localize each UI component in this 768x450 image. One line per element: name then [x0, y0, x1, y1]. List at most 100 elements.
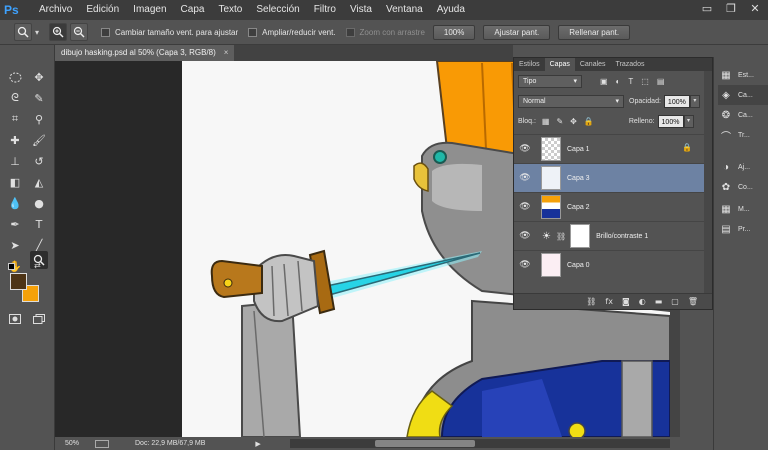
tab-trazados[interactable]: Trazados [611, 58, 650, 71]
marquee-tool-icon[interactable] [6, 68, 24, 86]
tab-estilos[interactable]: Estilos [514, 58, 545, 71]
horizontal-scrollbar[interactable] [290, 439, 670, 448]
add-mask-icon[interactable]: ◙ [622, 297, 630, 306]
checkbox-box[interactable] [101, 27, 110, 37]
quick-mask-icon[interactable] [6, 310, 24, 328]
dock-swatches[interactable]: ▦ M... [718, 199, 768, 219]
proof-icon[interactable] [95, 439, 109, 448]
swap-colors-icon[interactable]: ⇄ [34, 261, 41, 270]
type-tool-icon[interactable]: T [30, 215, 48, 233]
horizontal-scroll-thumb[interactable] [375, 440, 475, 447]
layer-style-icon[interactable]: fx [605, 297, 613, 306]
layer-row-capa-2[interactable]: 👁 Capa 2 [514, 192, 712, 221]
menu-archivo[interactable]: Archivo [32, 0, 79, 20]
eraser-tool-icon[interactable]: ◧ [6, 173, 24, 191]
menu-capa[interactable]: Capa [174, 0, 212, 20]
eye-icon[interactable]: 👁 [514, 231, 536, 241]
layers-panel: Estilos Capas Canales Trazados Tipo ▾ ▣◐T… [513, 57, 713, 310]
blur-tool-icon[interactable]: 💧 [6, 194, 24, 212]
fill-field[interactable]: 100% [657, 114, 684, 128]
crop-tool-icon[interactable]: ⌗ [6, 110, 24, 128]
new-adjustment-icon[interactable]: ◐ [639, 297, 646, 306]
dock-styles[interactable]: ▦ Est... [718, 65, 768, 85]
filter-kind-value: Tipo [523, 77, 537, 85]
delete-layer-icon[interactable]: 🗑 [688, 297, 698, 306]
restore-button[interactable]: ❐ [724, 2, 738, 16]
opacity-field[interactable]: 100% [663, 94, 690, 108]
preset-dropdown-icon[interactable]: ▾ [35, 28, 49, 37]
move-tool-icon[interactable]: ✥ [30, 68, 48, 86]
minimize-button[interactable]: ▭ [700, 2, 714, 16]
history-brush-tool-icon[interactable]: ↺ [30, 152, 48, 170]
zoom-in-icon[interactable] [49, 23, 67, 41]
layer-row-brillo-contraste[interactable]: 👁 ☀ ⛓ Brillo/contraste 1 [514, 221, 712, 250]
path-selection-tool-icon[interactable]: ➤ [6, 236, 24, 254]
dock-channels[interactable]: ❂ Ca... [718, 105, 768, 125]
eye-icon[interactable]: 👁 [514, 202, 536, 212]
screen-mode-icon[interactable] [30, 310, 48, 328]
dock-paths[interactable]: ⌒ Tr... [718, 125, 768, 145]
foreground-color-swatch[interactable] [10, 273, 27, 290]
fill-slider-button[interactable]: ▾ [683, 114, 694, 128]
eye-icon[interactable]: 👁 [514, 173, 536, 183]
zoom-out-icon[interactable] [70, 23, 88, 41]
layer-list: 👁 Capa 1 🔒 👁 Capa 3 👁 Capa 2 👁 ☀ ⛓ Brill… [514, 134, 712, 279]
menu-texto[interactable]: Texto [211, 0, 249, 20]
menu-ventana[interactable]: Ventana [379, 0, 430, 20]
opacity-slider-button[interactable]: ▾ [689, 94, 700, 108]
lasso-tool-icon[interactable]: ᘓ [6, 89, 24, 107]
filter-kind-dropdown[interactable]: Tipo ▾ [518, 74, 582, 88]
eye-icon[interactable]: 👁 [514, 144, 536, 154]
default-colors-icon[interactable] [8, 263, 15, 270]
quick-selection-tool-icon[interactable]: ✎ [30, 89, 48, 107]
link-layers-icon[interactable]: ⛓ [586, 297, 596, 306]
menu-vista[interactable]: Vista [343, 0, 379, 20]
tab-capas[interactable]: Capas [544, 58, 575, 71]
menu-imagen[interactable]: Imagen [126, 0, 173, 20]
new-group-icon[interactable]: ▬ [655, 297, 663, 306]
lock-options-icons[interactable]: ▦✎✥🔒 [542, 117, 601, 126]
layer-row-capa-1[interactable]: 👁 Capa 1 🔒 [514, 134, 712, 163]
pen-tool-icon[interactable]: ✒ [6, 215, 24, 233]
clone-stamp-tool-icon[interactable]: ⊥ [6, 152, 24, 170]
checkbox-box[interactable] [345, 27, 355, 37]
menu-filtro[interactable]: Filtro [307, 0, 343, 20]
close-window-button[interactable]: ✕ [748, 2, 762, 16]
menu-ayuda[interactable]: Ayuda [430, 0, 472, 20]
paint-bucket-tool-icon[interactable]: ◭ [30, 173, 48, 191]
layers-scrollbar[interactable] [704, 71, 712, 293]
eyedropper-tool-icon[interactable]: ⚲ [30, 110, 48, 128]
layer-row-capa-0[interactable]: 👁 Capa 0 [514, 250, 712, 279]
dodge-tool-icon[interactable]: ● [30, 194, 48, 212]
photoshop-logo: Ps [4, 3, 19, 17]
dock-color[interactable]: ✿ Co... [718, 177, 768, 197]
healing-brush-tool-icon[interactable]: ✚ [6, 131, 24, 149]
layer-filter-icons[interactable]: ▣◐T⬚▤ [600, 77, 672, 86]
link-icon[interactable]: ⛓ [556, 232, 566, 241]
menu-edicion[interactable]: Edición [79, 0, 126, 20]
dock-adjustments[interactable]: ◑ Aj... [718, 157, 768, 177]
zoom-all-windows-checkbox[interactable]: Ampliar/reducir vent. [248, 27, 336, 37]
fit-screen-button[interactable]: Ajustar pant. [483, 24, 551, 40]
brush-tool-icon[interactable]: 🖌 [30, 131, 48, 149]
document-tab[interactable]: dibujo hasking.psd al 50% (Capa 3, RGB/8… [55, 45, 235, 61]
eye-icon[interactable]: 👁 [514, 260, 536, 270]
menu-seleccion[interactable]: Selección [249, 0, 306, 20]
close-document-icon[interactable]: × [224, 45, 229, 61]
zoom-tool-preset-icon[interactable] [14, 23, 32, 41]
dock-layers[interactable]: ◈ Ca... [718, 85, 768, 105]
right-dock: ▦ Est... ◈ Ca... ❂ Ca... ⌒ Tr... ◑ Aj... ✿ Co.… [713, 57, 768, 450]
dock-properties[interactable]: ▤ Pr... [718, 219, 768, 239]
checkbox-box[interactable] [248, 27, 258, 37]
blend-mode-dropdown[interactable]: Normal ▾ [518, 94, 624, 108]
fill-screen-button[interactable]: Rellenar pant. [558, 24, 631, 40]
resize-windows-checkbox[interactable]: Cambiar tamaño vent. para ajustar [101, 27, 238, 37]
new-layer-icon[interactable]: ▢ [671, 297, 679, 306]
zoom-level[interactable]: 50% [55, 440, 83, 447]
status-menu-arrow-icon[interactable]: ▶ [255, 440, 260, 448]
layers-icon: ◈ [722, 89, 730, 101]
tab-canales[interactable]: Canales [575, 58, 611, 71]
zoom-100-button[interactable]: 100% [432, 24, 476, 40]
layer-row-capa-3[interactable]: 👁 Capa 3 [514, 163, 712, 192]
scrubby-zoom-checkbox[interactable]: Zoom con arrastre [345, 27, 425, 37]
